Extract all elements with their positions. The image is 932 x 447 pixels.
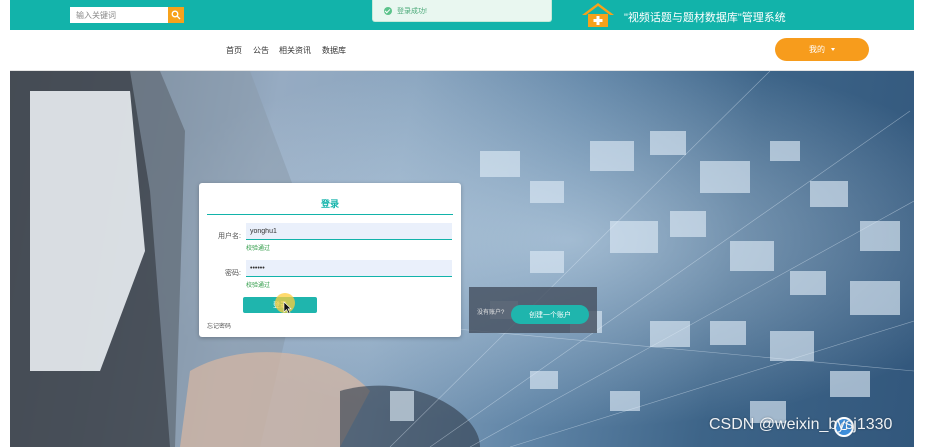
chevron-down-icon — [831, 48, 835, 52]
create-account-button[interactable]: 创建一个账户 — [511, 305, 589, 324]
user-menu-label: 我的 — [809, 45, 825, 54]
search-button[interactable] — [168, 7, 184, 23]
username-label: 用户名: — [218, 233, 241, 240]
register-panel: 没有账户? 创建一个账户 — [469, 287, 597, 333]
house-logo-icon — [582, 3, 614, 27]
forgot-password-link[interactable]: 忘记密码 — [207, 321, 231, 330]
success-toast: 登录成功! — [372, 0, 552, 22]
search-input[interactable] — [70, 7, 168, 23]
nav-database[interactable]: 数据库 — [322, 45, 346, 56]
cursor-icon — [283, 301, 292, 314]
top-bar: 登录成功! "视频话题与题材数据库"管理系统 — [10, 0, 914, 30]
username-hint: 校验通过 — [246, 246, 271, 252]
login-title: 登录 — [320, 199, 339, 209]
password-hint: 校验通过 — [246, 283, 271, 289]
password-field[interactable] — [246, 260, 452, 277]
hero-banner — [10, 71, 914, 447]
login-card: 登录 用户名: 校验通过 密码: 校验通过 登录 忘记密码 — [199, 183, 461, 337]
page: 登录成功! "视频话题与题材数据库"管理系统 首页 公告 相关资讯 数据库 我的 — [10, 0, 914, 447]
nav-news[interactable]: 相关资讯 — [279, 45, 311, 56]
password-label: 密码: — [225, 270, 241, 277]
username-field[interactable] — [246, 223, 452, 240]
watermark: CSDN @weixin_bysj1330 — [709, 416, 893, 433]
hero-background-image — [10, 71, 914, 447]
toast-message: 登录成功! — [397, 8, 427, 15]
user-menu-button[interactable]: 我的 — [775, 38, 869, 61]
main-nav: 首页 公告 相关资讯 数据库 我的 — [10, 30, 914, 71]
search-icon — [171, 10, 181, 20]
register-prompt: 没有账户? — [477, 310, 505, 316]
site-title: "视频话题与题材数据库"管理系统 — [624, 12, 786, 24]
check-circle-icon — [384, 7, 392, 15]
nav-notice[interactable]: 公告 — [253, 45, 269, 56]
nav-home[interactable]: 首页 — [226, 45, 242, 56]
login-divider — [207, 214, 453, 215]
